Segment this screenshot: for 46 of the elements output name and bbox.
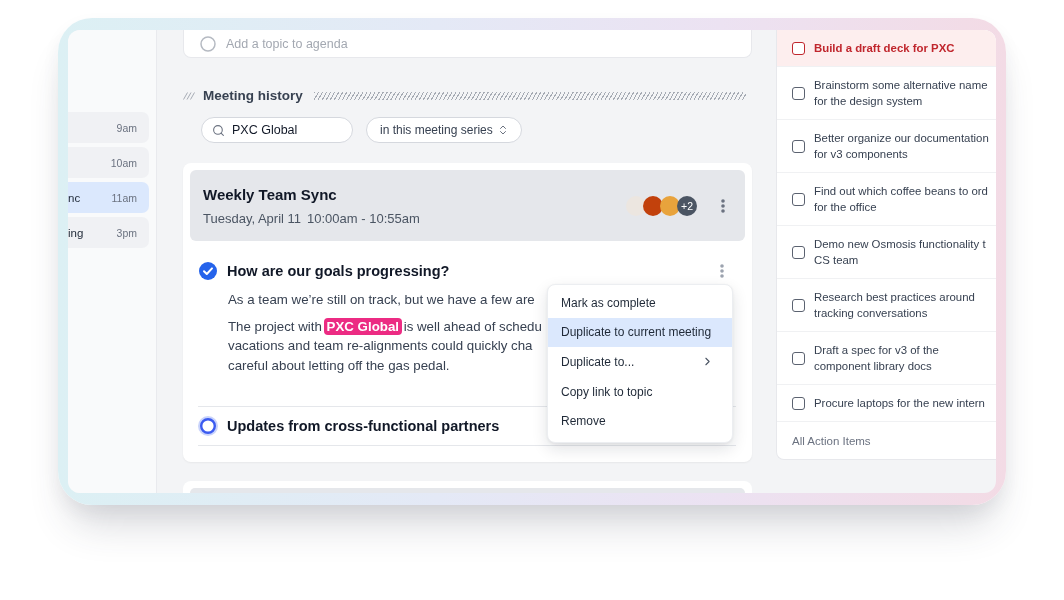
all-action-items-link[interactable]: All Action Items <box>777 422 886 459</box>
meeting-time-range: 10:00am - 10:55am <box>307 210 420 226</box>
topic-title: Updates from cross-functional partners <box>227 418 500 434</box>
more-attendees-count: +2 <box>677 195 697 216</box>
menu-item[interactable]: Copy link to topic <box>548 376 732 407</box>
circle-icon[interactable] <box>198 416 218 436</box>
action-item-text: Find out which coffee beans to ord for the office <box>814 184 988 215</box>
add-topic-field[interactable]: Add a topic to agenda <box>226 36 366 51</box>
menu-item[interactable]: Duplicate to... <box>548 347 732 377</box>
menu-item[interactable]: Remove <box>548 406 732 436</box>
search-field[interactable]: PXC Global <box>201 117 353 143</box>
checkbox[interactable] <box>792 351 805 365</box>
check-circle-icon[interactable] <box>198 261 218 281</box>
checkbox[interactable] <box>792 86 805 100</box>
checkbox[interactable] <box>792 41 805 55</box>
action-item-text: Brainstorm some alternative name for the design system <box>814 78 988 109</box>
action-item-text: Better organize our documentation for v3 components <box>814 131 989 162</box>
more-icon[interactable] <box>721 198 725 213</box>
action-item-text: Build a draft deck for PXC <box>814 41 955 56</box>
circle-icon <box>200 35 216 52</box>
menu-item[interactable]: Duplicate to current meeting <box>548 317 732 348</box>
checkbox[interactable] <box>792 192 805 206</box>
checkbox[interactable] <box>792 139 805 153</box>
meeting-date: Tuesday, April 11 <box>203 210 302 226</box>
meeting-list-item[interactable]: 9am <box>68 112 149 143</box>
meeting-list-item[interactable]: 10am <box>68 147 149 178</box>
meeting-list-item[interactable]: nc 11am <box>68 182 149 213</box>
action-item-text: Research best practices around tracking conversations <box>814 290 975 321</box>
topic-title: How are our goals progressing? <box>227 263 450 279</box>
hatch-icon <box>183 91 195 100</box>
highlighted-mention: PXC Global <box>323 317 402 335</box>
search-icon <box>212 123 225 137</box>
checkbox[interactable] <box>792 298 805 312</box>
meeting-title: Weekly Team Sync <box>203 185 337 203</box>
chevrons-up-down-icon <box>497 124 509 136</box>
menu-item[interactable]: Mark as complete <box>548 288 732 318</box>
checkbox[interactable] <box>792 396 805 410</box>
series-select[interactable]: in this meeting series <box>366 117 522 143</box>
section-title: Meeting history <box>203 88 303 103</box>
action-item-text: Demo new Osmosis functionality t CS team <box>814 237 986 268</box>
topic-note: As a team we’re still on track, but we have a few are <box>228 291 535 309</box>
topic-note: The project with PXC Global is well ahead of schedu vacations and team re-alignments could quickly cha careful about letting off the gas pedal. <box>228 316 542 375</box>
checkbox[interactable] <box>792 245 805 259</box>
action-item-text: Procure laptops for the new intern <box>814 396 985 411</box>
meeting-list-item[interactable]: ing 3pm <box>68 217 149 248</box>
action-item-text: Draft a spec for v3 of the component library docs <box>814 343 939 374</box>
